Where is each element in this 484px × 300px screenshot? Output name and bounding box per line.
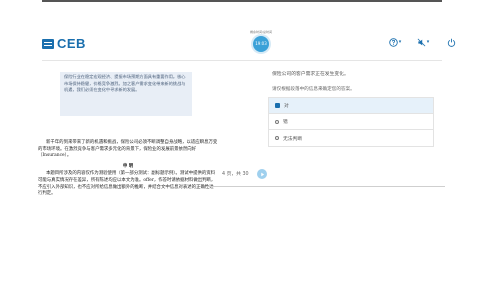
option-false[interactable]: 错 — [269, 114, 433, 130]
timer-label: 剩余时间/总时间 — [249, 30, 272, 34]
option-label: 无法判断 — [283, 136, 303, 142]
help-icon — [389, 37, 398, 47]
section-title: 申 明 — [122, 163, 134, 169]
answer-options: 对 错 无法判断 — [268, 97, 434, 147]
option-true[interactable]: 对 — [269, 98, 433, 114]
timer-value: 19:03 — [253, 36, 269, 52]
question-statement: 保险公司的客户需求正在发生变化。 — [272, 72, 349, 77]
radio-icon — [275, 119, 279, 124]
toolbar: ▾ ▾ — [384, 35, 462, 49]
help-button[interactable]: ▾ — [384, 35, 406, 49]
logo: CEB — [42, 36, 86, 51]
option-label: 错 — [283, 120, 288, 125]
mute-icon — [417, 38, 426, 46]
passage: 新千年的到来带来了新的机遇和挑战，保险公司必须不断调整自身战略，以适应瞬息万变的… — [38, 140, 218, 198]
play-icon — [260, 172, 264, 176]
option-label: 对 — [284, 104, 289, 109]
chevron-down-icon: ▾ — [398, 39, 402, 45]
page-indicator: 4 页，共 30 — [222, 172, 249, 177]
header-divider — [42, 60, 442, 61]
radio-icon — [275, 103, 280, 108]
exit-icon — [447, 38, 455, 47]
next-button[interactable] — [257, 169, 267, 179]
top-border — [42, 0, 442, 2]
passage-paragraph: 新千年的到来带来了新的机遇和挑战，保险公司必须不断调整自身战略，以适应瞬息万变的… — [38, 140, 218, 159]
logo-icon — [42, 38, 54, 49]
question-instruction: 请仅根据段落中的信息来确定您的答案。 — [272, 87, 355, 92]
exit-button[interactable] — [440, 35, 462, 49]
option-cannot-say[interactable]: 无法判断 — [269, 130, 433, 146]
logo-text: CEB — [57, 36, 86, 51]
timer: 剩余时间/总时间 19:03 — [246, 30, 276, 52]
passage-paragraph: 本题目所涉及的内容仅作为测验使用（第一部分测试：副标题示例）。测试中提供的资料可… — [38, 171, 216, 197]
notice-box: 保险行业在稳定宏观经济、提振市场预期方面具有重要作用。核心市场保持稳健，价格竞争… — [60, 72, 192, 116]
mute-button[interactable]: ▾ — [412, 35, 434, 49]
radio-icon — [275, 136, 279, 140]
bottom-divider — [207, 186, 445, 187]
chevron-down-icon: ▾ — [426, 39, 430, 45]
